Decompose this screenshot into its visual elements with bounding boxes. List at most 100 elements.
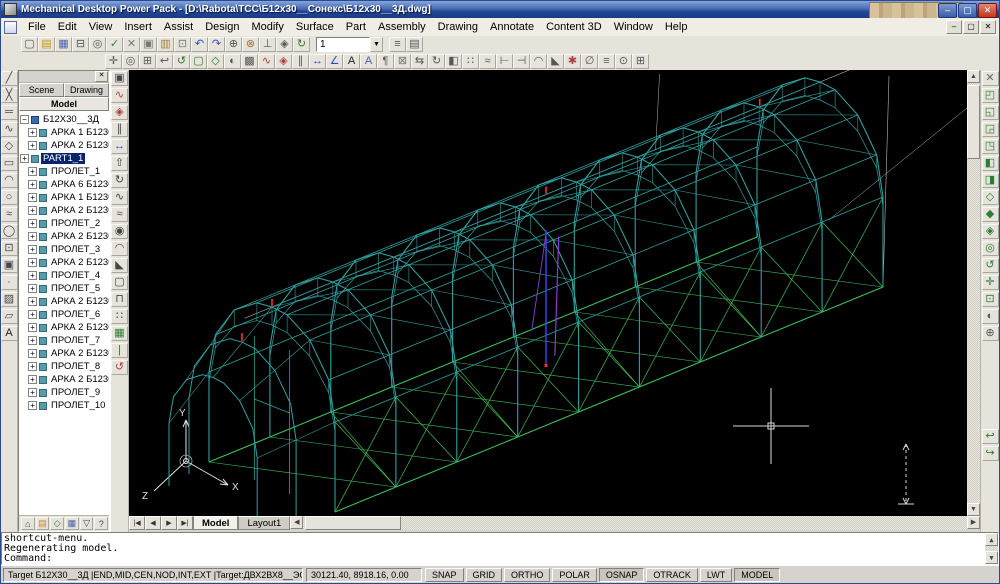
chamfer-3d-icon[interactable]: ◣ xyxy=(111,258,128,273)
make-block-icon[interactable]: ▣ xyxy=(1,258,18,273)
print-preview-icon[interactable]: ◎ xyxy=(89,37,106,52)
vertical-scroll-track[interactable] xyxy=(967,83,980,503)
extrude-icon[interactable]: ⇧ xyxy=(111,156,128,171)
save-icon[interactable]: ▦ xyxy=(55,37,72,52)
tree-item[interactable]: + АРКА 1 Б1230_1 xyxy=(20,126,109,139)
scroll-up-icon[interactable]: ▲ xyxy=(967,70,980,83)
polyline-icon[interactable]: ∿ xyxy=(1,122,18,137)
tree-expander[interactable]: + xyxy=(28,193,37,202)
circle-icon[interactable]: ○ xyxy=(1,190,18,205)
extend-icon[interactable]: ⊣ xyxy=(513,54,530,69)
properties-icon[interactable]: ▤ xyxy=(406,37,423,52)
left-view-icon[interactable]: ◲ xyxy=(982,122,999,137)
menu-item[interactable]: Help xyxy=(659,20,694,34)
minimize-button[interactable]: – xyxy=(938,3,957,18)
front-view-icon[interactable]: ▢ xyxy=(190,54,207,69)
browser-tab[interactable]: Drawing xyxy=(64,83,109,97)
menu-item[interactable]: Part xyxy=(340,20,372,34)
tree-item[interactable]: + ПРОЛЕТ_7 xyxy=(20,334,109,347)
ellipse-icon[interactable]: ◯ xyxy=(1,224,18,239)
pan-view-icon[interactable]: ✛ xyxy=(982,275,999,290)
ucs-toolbar-icon[interactable]: ⊥ xyxy=(259,37,276,52)
menu-item[interactable]: Design xyxy=(199,20,245,34)
mirror-icon[interactable]: ◧ xyxy=(445,54,462,69)
tree-expander[interactable]: + xyxy=(28,128,37,137)
menu-item[interactable]: File xyxy=(22,20,52,34)
status-toggle[interactable]: ORTHO xyxy=(504,568,550,582)
chamfer-icon[interactable]: ◣ xyxy=(547,54,564,69)
offset-icon[interactable]: ≈ xyxy=(479,54,496,69)
shell-icon[interactable]: ▢ xyxy=(111,275,128,290)
tab-model[interactable]: Model xyxy=(19,97,109,111)
orbit-view-icon[interactable]: ↺ xyxy=(982,258,999,273)
tree-expander[interactable]: + xyxy=(28,167,37,176)
tree-item[interactable]: + АРКА 1 Б1230_2 xyxy=(20,191,109,204)
scroll-up-icon[interactable]: ▲ xyxy=(985,533,998,546)
profile-icon[interactable]: ◈ xyxy=(275,54,292,69)
pattern-icon[interactable]: ∷ xyxy=(111,309,128,324)
horizontal-scroll-thumb[interactable] xyxy=(305,516,401,530)
model-canvas[interactable]: Y X Z xyxy=(129,70,967,516)
tree-expander[interactable]: + xyxy=(28,284,37,293)
multiline-icon[interactable]: ═ xyxy=(1,105,18,120)
menu-item[interactable]: Window xyxy=(608,20,659,34)
vertical-scrollbar[interactable]: ▲ ▼ xyxy=(967,70,980,516)
sketch-constraint-icon[interactable]: ∥ xyxy=(111,122,128,137)
part-sketch-icon[interactable]: ∿ xyxy=(111,88,128,103)
help-footer-icon[interactable]: ? xyxy=(94,517,108,530)
folder-footer-icon[interactable]: ▤ xyxy=(36,517,50,530)
multiline-text-icon[interactable]: ¶ xyxy=(377,54,394,69)
hatch-icon[interactable]: ▨ xyxy=(1,292,18,307)
text-style-icon[interactable]: A xyxy=(343,54,360,69)
tree-expander[interactable]: + xyxy=(28,336,37,345)
tree-expander[interactable]: + xyxy=(28,323,37,332)
tree-item[interactable]: + АРКА 2 Б1230_6 xyxy=(20,295,109,308)
horizontal-scroll-track[interactable] xyxy=(303,516,967,530)
tree-item[interactable]: + АРКА 2 Б1230_4 xyxy=(20,256,109,269)
zoom-previous-icon[interactable]: ↩ xyxy=(156,54,173,69)
view-next-icon[interactable]: ↪ xyxy=(982,446,999,461)
tree-item[interactable]: + АРКА 2 Б1230_2 xyxy=(20,204,109,217)
menu-item[interactable]: Annotate xyxy=(484,20,540,34)
part-profile-icon[interactable]: ◈ xyxy=(111,105,128,120)
tree-item[interactable]: + ПРОЛЕТ_3 xyxy=(20,243,109,256)
region-icon[interactable]: ▱ xyxy=(1,309,18,324)
status-toggle[interactable]: POLAR xyxy=(552,568,597,582)
filter-footer-icon[interactable]: ▽ xyxy=(80,517,94,530)
sketch-dimension-icon[interactable]: ↔ xyxy=(111,139,128,154)
tree-item[interactable]: + ПРОЛЕТ_10 xyxy=(20,399,109,412)
tree-expander[interactable]: + xyxy=(28,271,37,280)
tree-item[interactable]: + АРКА 2 Б1230_8 xyxy=(20,347,109,360)
tree-expander[interactable]: − xyxy=(20,115,29,124)
spline-icon[interactable]: ≈ xyxy=(1,207,18,222)
top-view-icon[interactable]: ◰ xyxy=(982,88,999,103)
tree-expander[interactable]: + xyxy=(28,258,37,267)
menu-item[interactable]: View xyxy=(83,20,119,34)
fillet-icon[interactable]: ◠ xyxy=(530,54,547,69)
tree-expander[interactable]: + xyxy=(28,349,37,358)
insert-block-icon[interactable]: ⊡ xyxy=(1,241,18,256)
drawing-footer-icon[interactable]: ▦ xyxy=(65,517,79,530)
browser-tab[interactable]: Scene xyxy=(19,83,64,97)
menu-item[interactable]: Edit xyxy=(52,20,83,34)
tree-item[interactable]: + ПРОЛЕТ_2 xyxy=(20,217,109,230)
ne-iso-view-icon[interactable]: ◈ xyxy=(982,224,999,239)
rectangle-icon[interactable]: ▭ xyxy=(1,156,18,171)
new-sketch-icon[interactable]: ∿ xyxy=(258,54,275,69)
browser-close-icon[interactable]: ✕ xyxy=(95,71,108,82)
tree-expander[interactable]: + xyxy=(28,180,37,189)
command-line-panel[interactable]: shortcut-menu. Regenerating model. Comma… xyxy=(1,532,999,565)
wcs-icon[interactable]: ⊕ xyxy=(982,326,999,341)
back-view-icon[interactable]: ◨ xyxy=(982,173,999,188)
cut-icon[interactable]: ✕ xyxy=(123,37,140,52)
tree-item[interactable]: + ПРОЛЕТ_1 xyxy=(20,165,109,178)
status-toggle[interactable]: SNAP xyxy=(425,568,464,582)
tab-first-button[interactable]: |◀ xyxy=(129,516,145,530)
object-snap-icon[interactable]: ⊗ xyxy=(242,37,259,52)
tree-expander[interactable]: + xyxy=(28,310,37,319)
iso-view-icon[interactable]: ◇ xyxy=(207,54,224,69)
view-previous-icon[interactable]: ↩ xyxy=(982,429,999,444)
status-toggle[interactable]: MODEL xyxy=(734,568,780,582)
maximize-button[interactable]: ▢ xyxy=(958,3,977,18)
scale-combo-value[interactable]: 1 xyxy=(316,37,370,52)
